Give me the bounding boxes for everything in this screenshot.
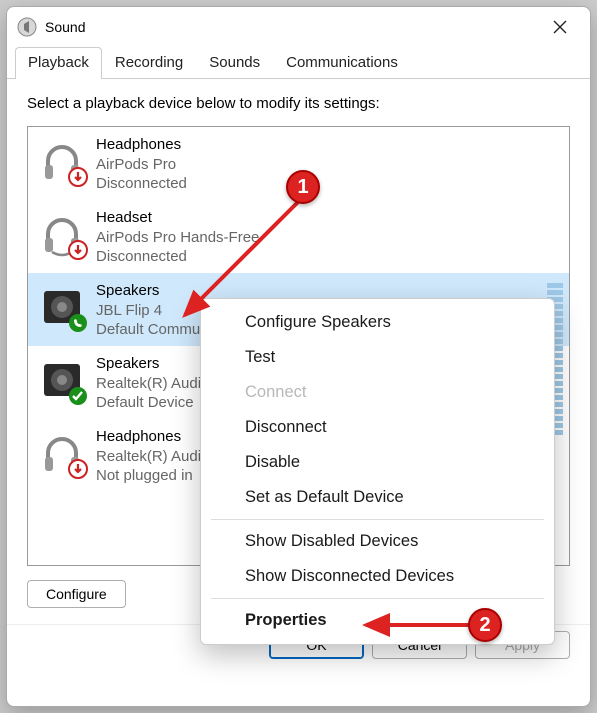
device-name: Speakers	[96, 354, 209, 374]
device-subtitle: Realtek(R) Audio	[96, 447, 209, 467]
context-menu-item[interactable]: Test	[201, 340, 554, 375]
context-menu-item: Connect	[201, 375, 554, 410]
speaker-icon	[38, 283, 86, 331]
context-menu-separator	[211, 598, 544, 599]
context-menu-item[interactable]: Disconnect	[201, 410, 554, 445]
tab-recording[interactable]: Recording	[102, 47, 196, 79]
tabs: Playback Recording Sounds Communications	[7, 47, 590, 79]
device-subtitle: Realtek(R) Audio	[96, 374, 209, 394]
tab-playback[interactable]: Playback	[15, 47, 102, 79]
device-status: Default Device	[96, 393, 209, 413]
device-name: Headphones	[96, 427, 209, 447]
annotation-marker-2: 2	[468, 608, 502, 642]
context-menu-item[interactable]: Disable	[201, 445, 554, 480]
device-name: Headphones	[96, 135, 187, 155]
speaker-icon	[38, 356, 86, 404]
context-menu-item[interactable]: Set as Default Device	[201, 480, 554, 515]
instruction-text: Select a playback device below to modify…	[27, 95, 570, 112]
window-title: Sound	[45, 19, 85, 35]
context-menu-toggle[interactable]: Show Disconnected Devices	[201, 559, 554, 594]
tab-sounds[interactable]: Sounds	[196, 47, 273, 79]
configure-button[interactable]: Configure	[27, 580, 126, 608]
sound-icon	[17, 17, 37, 37]
context-menu-separator	[211, 519, 544, 520]
device-status: Not plugged in	[96, 466, 209, 486]
titlebar: Sound	[7, 7, 590, 47]
tab-communications[interactable]: Communications	[273, 47, 411, 79]
context-menu: Configure SpeakersTestConnectDisconnectD…	[200, 298, 555, 645]
close-button[interactable]	[540, 7, 580, 47]
headphones-icon	[38, 137, 86, 185]
device-subtitle: AirPods Pro	[96, 155, 187, 175]
context-menu-toggle[interactable]: Show Disabled Devices	[201, 524, 554, 559]
headset-icon	[38, 210, 86, 258]
annotation-marker-1: 1	[286, 170, 320, 204]
headphones-icon	[38, 429, 86, 477]
